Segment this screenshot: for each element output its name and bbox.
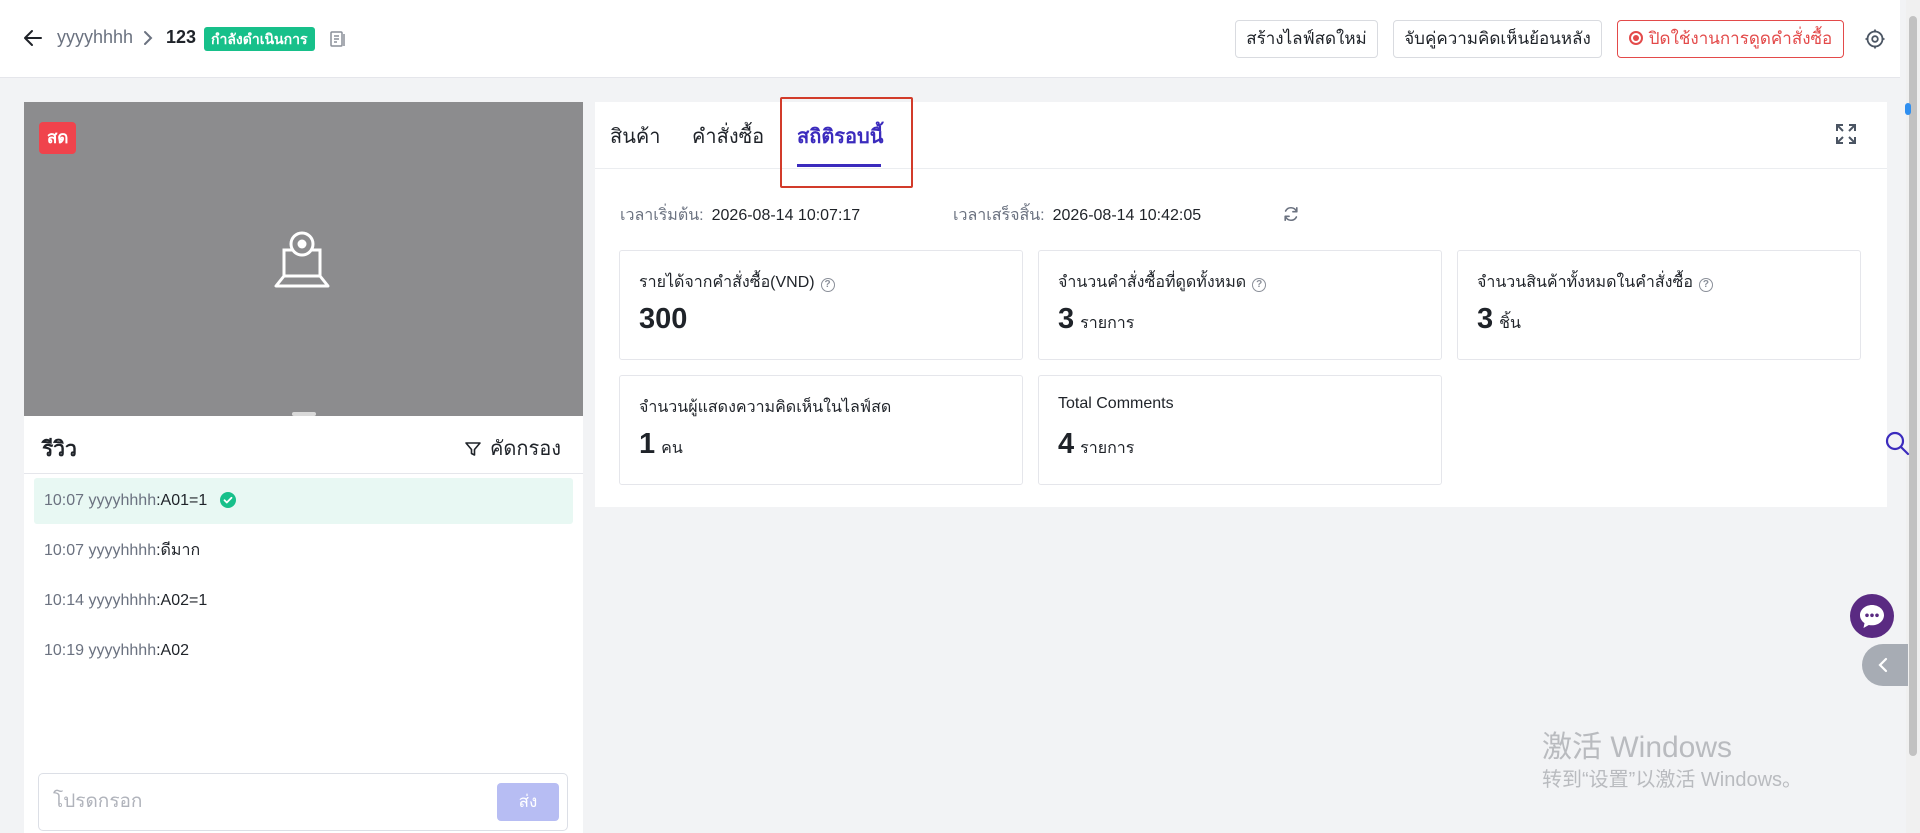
stats-card: สินค้า คำสั่งซื้อ สถิติรอบนี้ เวลาเริ่มต… bbox=[595, 97, 1887, 507]
stat-commenters: จำนวนผู้แสดงความคิดเห็นในไลฟ์สด 1 คน bbox=[619, 375, 1023, 485]
windows-watermark-title: 激活 Windows bbox=[1542, 731, 1733, 764]
stat-label: Total Comments bbox=[1058, 395, 1174, 412]
arrow-left-icon[interactable] bbox=[22, 27, 44, 49]
comment-item[interactable]: 10:14 yyyyhhhh:A02=1 bbox=[34, 578, 573, 624]
help-circle-icon[interactable]: ? bbox=[1252, 278, 1267, 292]
live-badge: สด bbox=[39, 122, 77, 154]
tab-products[interactable]: สินค้า bbox=[610, 120, 661, 152]
create-live-button[interactable]: สร้างไลฟ์สดใหม่ bbox=[1235, 20, 1378, 58]
end-time-label: เวลาเสร็จสิ้น: bbox=[953, 207, 1045, 224]
comment-text: :A02 bbox=[156, 642, 190, 659]
live-video-preview: สด bbox=[24, 102, 583, 416]
tab-stats[interactable]: สถิติรอบนี้ bbox=[797, 120, 883, 152]
filter-icon bbox=[465, 442, 481, 456]
comment-text: :ดีมาก bbox=[156, 542, 201, 559]
end-time-value: 2026-08-14 10:42:05 bbox=[1052, 207, 1202, 224]
stat-number: 3 bbox=[1058, 303, 1075, 335]
help-circle-icon[interactable]: ? bbox=[1698, 278, 1713, 292]
scrollbar-thumb[interactable] bbox=[1909, 16, 1917, 756]
top-header: yyyyhhhh 123 กำลังดำเนินการ สร้างไลฟ์สดใ… bbox=[0, 0, 1900, 78]
tab-orders[interactable]: คำสั่งซื้อ bbox=[692, 120, 764, 152]
comment-item[interactable]: 10:19 yyyyhhhh:A02 bbox=[34, 628, 573, 674]
stat-label: จำนวนผู้แสดงความคิดเห็นในไลฟ์สด bbox=[639, 399, 892, 416]
fullscreen-icon[interactable] bbox=[1834, 122, 1858, 146]
disable-order-capture-button[interactable]: ปิดใช้งานการดูดคำสั่งซื้อ bbox=[1617, 20, 1844, 58]
stat-label-text: จำนวนสินค้าทั้งหมดในคำสั่งซื้อ bbox=[1477, 274, 1693, 291]
stat-total-orders: จำนวนคำสั่งซื้อที่ดูดทั้งหมด? 3 รายการ bbox=[1038, 250, 1442, 360]
filter-button[interactable]: คัดกรอง bbox=[464, 432, 561, 464]
stat-value: 3 รายการ bbox=[1058, 303, 1134, 336]
stat-value: 300 bbox=[639, 303, 688, 335]
stat-label: รายได้จากคำสั่งซื้อ(VND)? bbox=[639, 270, 835, 295]
stat-value: 1 คน bbox=[639, 428, 683, 461]
stat-total-items: จำนวนสินค้าทั้งหมดในคำสั่งซื้อ? 3 ชิ้น bbox=[1457, 250, 1861, 360]
comment-time: 10:19 bbox=[44, 642, 85, 659]
status-badge: กำลังดำเนินการ bbox=[204, 27, 315, 51]
comment-time: 10:07 bbox=[44, 542, 85, 559]
review-panel: รีวิว คัดกรอง 10:07 yyyyhhhh:A01=1 10:07… bbox=[24, 416, 583, 833]
comment-user: yyyyhhhh bbox=[88, 542, 157, 559]
match-comments-button[interactable]: จับคู่ความคิดเห็นย้อนหลัง bbox=[1393, 20, 1602, 58]
start-time-value: 2026-08-14 10:07:17 bbox=[711, 207, 861, 224]
stat-number: 3 bbox=[1477, 303, 1494, 335]
stat-label: จำนวนสินค้าทั้งหมดในคำสั่งซื้อ? bbox=[1477, 270, 1713, 295]
comment-user: yyyyhhhh bbox=[88, 592, 157, 609]
page-scrollbar[interactable] bbox=[1906, 0, 1920, 833]
start-time-label: เวลาเริ่มต้น: bbox=[620, 207, 704, 224]
comment-input[interactable] bbox=[53, 786, 473, 818]
review-title: รีวิว bbox=[42, 438, 77, 461]
chat-button[interactable] bbox=[1850, 594, 1894, 638]
stat-revenue: รายได้จากคำสั่งซื้อ(VND)? 300 bbox=[619, 250, 1023, 360]
stat-number: 1 bbox=[639, 428, 656, 460]
active-tab-indicator bbox=[797, 164, 881, 167]
stat-number: 4 bbox=[1058, 428, 1075, 460]
check-circle-icon bbox=[219, 492, 236, 508]
collapse-panel-button[interactable] bbox=[1862, 644, 1908, 686]
stat-label-text: รายได้จากคำสั่งซื้อ(VND) bbox=[639, 274, 815, 291]
comment-item[interactable]: 10:07 yyyyhhhh:ดีมาก bbox=[34, 528, 573, 574]
record-icon bbox=[1628, 31, 1643, 45]
stat-value: 3 ชิ้น bbox=[1477, 303, 1521, 336]
refresh-icon[interactable] bbox=[1282, 205, 1300, 223]
breadcrumb-id: 123 bbox=[166, 27, 197, 47]
comment-text: :A02=1 bbox=[156, 592, 208, 609]
windows-watermark-subtitle: 转到“设置”以激活 Windows。 bbox=[1542, 769, 1803, 791]
breadcrumb-user[interactable]: yyyyhhhh bbox=[57, 27, 133, 48]
document-icon[interactable] bbox=[328, 29, 348, 49]
comment-input-box: ส่ง bbox=[38, 773, 568, 831]
stat-unit: รายการ bbox=[1080, 440, 1135, 457]
settings-icon[interactable] bbox=[1864, 28, 1886, 50]
chevron-left-icon bbox=[1878, 657, 1888, 673]
chat-icon bbox=[1860, 605, 1884, 628]
comment-time: 10:07 bbox=[44, 492, 85, 509]
camera-icon bbox=[274, 231, 330, 288]
stat-unit: ชิ้น bbox=[1499, 315, 1521, 332]
comment-user: yyyyhhhh bbox=[88, 492, 157, 509]
stat-unit: รายการ bbox=[1080, 315, 1135, 332]
comment-text: :A01=1 bbox=[156, 492, 208, 509]
chevron-right-icon bbox=[144, 31, 153, 45]
stat-value: 4 รายการ bbox=[1058, 428, 1134, 461]
comment-item[interactable]: 10:07 yyyyhhhh:A01=1 bbox=[34, 478, 573, 524]
help-circle-icon[interactable]: ? bbox=[820, 278, 835, 292]
divider bbox=[24, 473, 583, 474]
stat-total-comments: Total Comments 4 รายการ bbox=[1038, 375, 1442, 485]
tab-bar: สินค้า คำสั่งซื้อ สถิติรอบนี้ bbox=[595, 97, 1887, 188]
end-time: เวลาเสร็จสิ้น: 2026-08-14 10:42:05 bbox=[953, 203, 1201, 228]
filter-label: คัดกรอง bbox=[490, 438, 561, 460]
comment-user: yyyyhhhh bbox=[88, 642, 157, 659]
stat-label-text: จำนวนคำสั่งซื้อที่ดูดทั้งหมด bbox=[1058, 274, 1247, 291]
scroll-indicator bbox=[1905, 103, 1911, 115]
comment-list: 10:07 yyyyhhhh:A01=1 10:07 yyyyhhhh:ดีมา… bbox=[34, 478, 573, 678]
start-time: เวลาเริ่มต้น: 2026-08-14 10:07:17 bbox=[620, 203, 860, 228]
disable-order-capture-label: ปิดใช้งานการดูดคำสั่งซื้อ bbox=[1648, 29, 1833, 48]
search-icon[interactable] bbox=[1884, 430, 1910, 456]
send-button[interactable]: ส่ง bbox=[497, 783, 559, 821]
stat-unit: คน bbox=[661, 440, 683, 457]
comment-time: 10:14 bbox=[44, 592, 85, 609]
stat-label: จำนวนคำสั่งซื้อที่ดูดทั้งหมด? bbox=[1058, 270, 1267, 295]
